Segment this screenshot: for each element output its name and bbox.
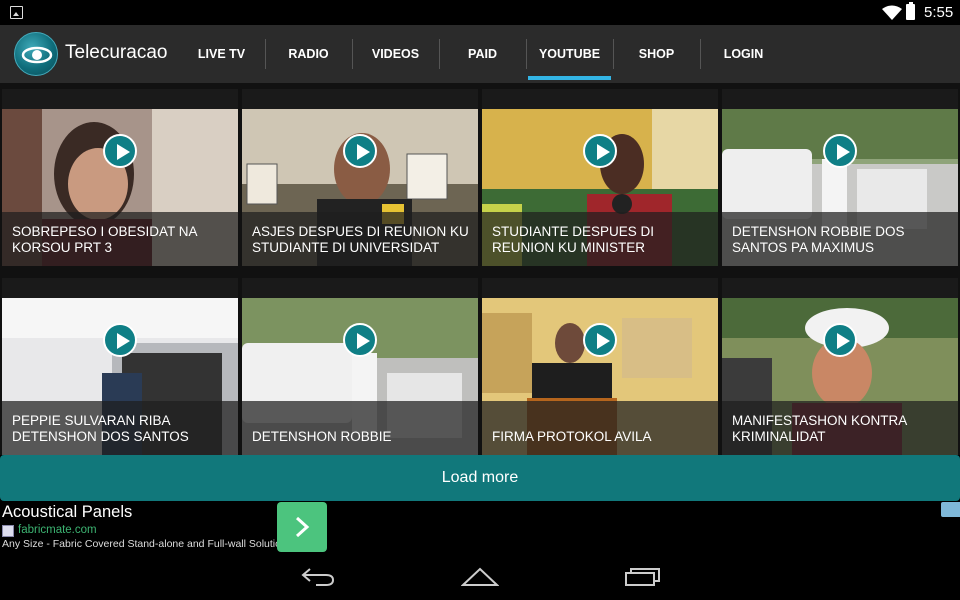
video-grid: SOBREPESO I OBESIDAT NA KORSOU PRT 3 ASJ…	[0, 83, 960, 455]
load-more-button[interactable]: Load more	[0, 455, 960, 501]
telecuracao-logo[interactable]	[14, 32, 58, 76]
video-card[interactable]: STUDIANTE DESPUES DI REUNION KU MINISTER	[482, 89, 718, 266]
video-card[interactable]: FIRMA PROTOKOL AVILA	[482, 278, 718, 455]
video-card[interactable]: DETENSHON ROBBIE	[242, 278, 478, 455]
tab-shop[interactable]: SHOP	[613, 25, 700, 83]
video-card[interactable]: SOBREPESO I OBESIDAT NA KORSOU PRT 3	[2, 89, 238, 266]
video-title: DETENSHON ROBBIE DOS SANTOS PA MAXIMUS	[732, 224, 905, 255]
video-card[interactable]: ASJES DESPUES DI REUNION KU STUDIANTE DI…	[242, 89, 478, 266]
ad-title[interactable]: Acoustical Panels	[2, 503, 132, 522]
video-title: PEPPIE SULVARAN RIBA DETENSHON DOS SANTO…	[12, 413, 189, 444]
video-title: STUDIANTE DESPUES DI REUNION KU MINISTER	[492, 224, 655, 255]
app-bar: Telecuracao LIVE TV RADIO VIDEOS PAID YO…	[0, 25, 960, 83]
ad-banner[interactable]: Acoustical Panels fabricmate.com Any Siz…	[0, 501, 960, 553]
video-card[interactable]: DETENSHON ROBBIE DOS SANTOS PA MAXIMUS	[722, 89, 958, 266]
tab-live-tv[interactable]: LIVE TV	[178, 25, 265, 83]
tab-login[interactable]: LOGIN	[700, 25, 787, 83]
main-nav: LIVE TV RADIO VIDEOS PAID YOUTUBE SHOP L…	[178, 25, 787, 83]
tab-radio[interactable]: RADIO	[265, 25, 352, 83]
play-icon[interactable]	[583, 323, 617, 357]
logo-emblem-icon	[21, 46, 53, 64]
play-icon[interactable]	[103, 323, 137, 357]
play-icon[interactable]	[583, 134, 617, 168]
tab-videos[interactable]: VIDEOS	[352, 25, 439, 83]
system-nav-bar	[0, 553, 960, 600]
site-favicon-icon	[2, 525, 14, 537]
home-icon[interactable]	[461, 565, 499, 587]
ad-choices-icon[interactable]	[941, 502, 960, 517]
video-card[interactable]: PEPPIE SULVARAN RIBA DETENSHON DOS SANTO…	[2, 278, 238, 455]
tab-youtube[interactable]: YOUTUBE	[526, 25, 613, 83]
wifi-icon	[882, 5, 902, 20]
tab-paid[interactable]: PAID	[439, 25, 526, 83]
recent-apps-icon[interactable]	[624, 565, 662, 587]
ad-url[interactable]: fabricmate.com	[18, 524, 97, 536]
play-icon[interactable]	[343, 323, 377, 357]
play-icon[interactable]	[103, 134, 137, 168]
status-bar: 5:55	[0, 0, 960, 25]
video-title: FIRMA PROTOKOL AVILA	[492, 429, 652, 444]
app-title: Telecuracao	[65, 42, 168, 63]
video-title: SOBREPESO I OBESIDAT NA KORSOU PRT 3	[12, 224, 197, 255]
play-icon[interactable]	[343, 134, 377, 168]
ad-open-button[interactable]	[277, 502, 327, 552]
video-title: DETENSHON ROBBIE	[252, 429, 392, 444]
battery-icon	[906, 2, 915, 20]
video-title: MANIFESTASHON KONTRA KRIMINALIDAT	[732, 413, 907, 444]
video-title: ASJES DESPUES DI REUNION KU STUDIANTE DI…	[252, 224, 469, 255]
video-card[interactable]: MANIFESTASHON KONTRA KRIMINALIDAT	[722, 278, 958, 455]
play-icon[interactable]	[823, 134, 857, 168]
ad-description: Any Size - Fabric Covered Stand-alone an…	[2, 538, 293, 550]
gallery-icon	[10, 6, 23, 19]
back-icon[interactable]	[300, 565, 336, 587]
clock: 5:55	[924, 4, 954, 21]
play-icon[interactable]	[823, 323, 857, 357]
chevron-right-icon	[295, 516, 310, 538]
